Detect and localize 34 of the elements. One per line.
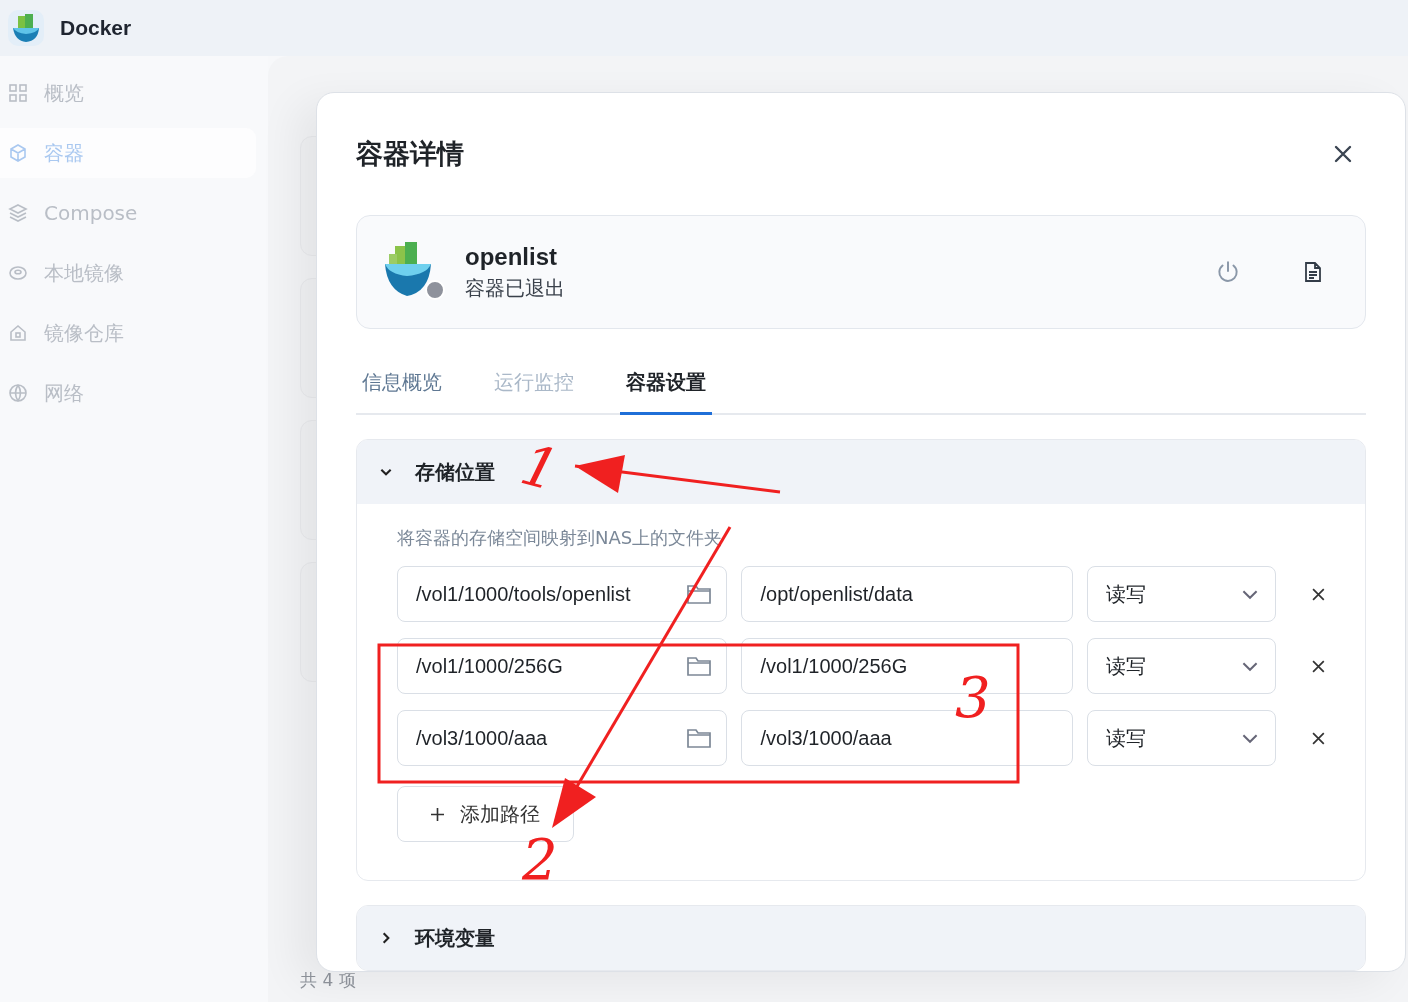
host-path-field[interactable]: /vol1/1000/tools/openlist [397,566,728,622]
layers-icon [8,203,28,223]
host-path-field[interactable]: /vol1/1000/256G [397,638,728,694]
folder-icon[interactable] [686,727,713,749]
container-path-field[interactable]: /opt/openlist/data [741,566,1073,622]
power-icon[interactable] [1215,259,1241,285]
cube-icon [8,143,28,163]
house-icon [8,323,28,343]
mode-select[interactable]: 读写 [1086,710,1277,766]
container-name: openlist [465,242,558,271]
remove-icon[interactable] [1312,659,1325,673]
caret-icon [1241,732,1260,744]
tab[interactable]: 信息概览 [356,357,448,415]
remove-icon[interactable] [1312,587,1325,601]
plus-icon [431,807,444,821]
section-header[interactable]: 环境变量 [357,906,1365,970]
caret-icon [1241,588,1260,600]
section-description: 将容器的存储空间映射到NAS上的文件夹 [397,526,724,550]
grid-icon [8,83,28,103]
disc-icon [8,263,28,283]
folder-icon[interactable] [686,583,713,605]
mode-select[interactable]: 读写 [1086,638,1277,694]
caret-icon [1241,660,1260,672]
tab[interactable]: 容器设置 [620,357,712,415]
remove-icon[interactable] [1312,731,1325,745]
app-title: Docker [60,16,132,40]
dialog-title: 容器详情 [356,137,464,171]
globe-icon [8,383,28,403]
item-count: 共 4 项 [300,969,357,992]
mode-select[interactable]: 读写 [1086,566,1277,622]
close-icon[interactable] [1333,144,1353,164]
container-status: 容器已退出 [465,274,566,302]
host-path-field[interactable]: /vol3/1000/aaa [397,710,728,766]
folder-icon[interactable] [686,655,713,677]
